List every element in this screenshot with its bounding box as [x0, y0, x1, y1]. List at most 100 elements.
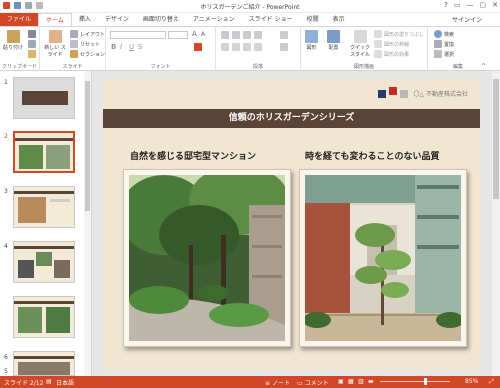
- notes-label: ノート: [271, 380, 290, 387]
- right-photo-frame[interactable]: [299, 169, 467, 347]
- tab-design[interactable]: デザイン: [98, 13, 136, 26]
- editing-group-label: 編集: [452, 64, 463, 70]
- comments-button[interactable]: ▭ コメント: [297, 378, 329, 387]
- replace-button[interactable]: 置換: [434, 40, 454, 48]
- font-name-combo[interactable]: [110, 31, 166, 39]
- minimize-button[interactable]: —: [467, 1, 474, 9]
- font-size-combo[interactable]: [168, 31, 188, 39]
- zoom-level[interactable]: 85%: [465, 378, 478, 385]
- shapes-button[interactable]: 図形: [305, 30, 318, 51]
- grow-font-icon[interactable]: A: [192, 30, 197, 38]
- section-button[interactable]: セクション: [70, 50, 105, 58]
- slide[interactable]: 〇△ 不動産株式会社 信頼のホリスガーデンシリーズ 自然を感じる邸宅型マンション…: [103, 79, 480, 370]
- language-label[interactable]: 日本語: [56, 378, 74, 387]
- slide-thumbnail-4[interactable]: [13, 241, 75, 283]
- justify-icon[interactable]: [254, 43, 262, 51]
- courtyard-photo-image: [305, 175, 461, 341]
- ribbon-display-button[interactable]: ▭: [454, 1, 461, 9]
- bullets-icon[interactable]: [221, 31, 229, 39]
- zoom-slider-knob[interactable]: [424, 378, 427, 385]
- strikethrough-icon[interactable]: S: [138, 43, 142, 51]
- slide-scroll-thumb[interactable]: [493, 79, 499, 199]
- slideshow-view-icon[interactable]: ▬: [368, 378, 374, 385]
- cut-icon[interactable]: [28, 30, 36, 38]
- slide-thumbnail-1[interactable]: [13, 77, 75, 119]
- spellcheck-icon[interactable]: ▤: [46, 378, 52, 385]
- shape-fill-label: 図形の塗りつぶし: [384, 31, 425, 38]
- slide-thumbnail-5[interactable]: [13, 296, 75, 338]
- thumb-number-2: 2: [4, 133, 8, 140]
- thumbnail-scroll-thumb[interactable]: [85, 81, 90, 211]
- shape-fill-button[interactable]: 図形の塗りつぶし: [374, 30, 424, 38]
- right-caption[interactable]: 時を経ても変わることのない品質: [305, 149, 439, 162]
- shrink-font-icon[interactable]: A: [201, 31, 205, 38]
- bold-icon[interactable]: B: [111, 43, 116, 51]
- format-painter-icon[interactable]: [28, 50, 36, 58]
- tab-transitions[interactable]: 画面切り替え: [136, 13, 186, 26]
- decrease-indent-icon[interactable]: [243, 31, 251, 39]
- shape-effects-button[interactable]: 図形の効果: [374, 50, 409, 58]
- numbering-icon[interactable]: [232, 31, 240, 39]
- slide-title-banner[interactable]: 信頼のホリスガーデンシリーズ: [103, 109, 480, 128]
- notes-icon: ≡: [265, 380, 271, 387]
- tab-slideshow[interactable]: スライド ショー: [242, 13, 300, 26]
- collapse-ribbon-icon[interactable]: ^: [481, 63, 486, 70]
- shape-outline-button[interactable]: 図形の枠線: [374, 40, 409, 48]
- arrange-button[interactable]: 配置: [327, 30, 340, 51]
- zoom-slider[interactable]: [380, 378, 450, 385]
- drawing-group: 図形 配置 クイック スタイル 図形の塗りつぶし 図形の枠線 図形の効果 図形描…: [301, 27, 428, 71]
- courtyard-photo: [305, 175, 461, 341]
- replace-label: 置換: [444, 41, 455, 48]
- fit-to-window-icon[interactable]: ⤢: [489, 378, 494, 386]
- clipboard-group: 貼り付け クリップボード: [0, 27, 40, 71]
- tab-animations[interactable]: アニメーション: [186, 13, 242, 26]
- layout-button[interactable]: レイアウト: [70, 30, 105, 38]
- tab-file[interactable]: ファイル: [0, 13, 39, 26]
- new-slide-icon: [48, 30, 62, 43]
- increase-indent-icon[interactable]: [254, 31, 262, 39]
- notes-button[interactable]: ≡ ノート: [265, 378, 290, 387]
- comments-label: コメント: [304, 380, 329, 387]
- new-slide-button[interactable]: 新しい スライド: [44, 30, 66, 58]
- tab-review[interactable]: 校閲: [300, 13, 326, 26]
- slide-thumbnail-6[interactable]: [13, 351, 75, 376]
- italic-icon[interactable]: I: [120, 43, 122, 51]
- title-bar: ホリスガーデンご紹介 - PowerPoint ? ▭ — ▢ ✕: [0, 0, 500, 13]
- font-color-icon[interactable]: [194, 43, 202, 51]
- reset-button[interactable]: リセット: [70, 40, 100, 48]
- left-photo-frame[interactable]: [123, 169, 291, 347]
- quick-styles-button[interactable]: クイック スタイル: [349, 30, 371, 58]
- slide-thumbnail-3[interactable]: [13, 186, 75, 228]
- maximize-button[interactable]: ▢: [480, 1, 487, 9]
- left-caption[interactable]: 自然を感じる邸宅型マンション: [130, 149, 256, 162]
- copy-icon[interactable]: [28, 40, 36, 48]
- align-center-icon[interactable]: [232, 43, 240, 51]
- logo-square-gray: [400, 89, 409, 98]
- shape-effects-icon: [374, 50, 382, 58]
- align-left-icon[interactable]: [221, 43, 229, 51]
- sorter-view-icon[interactable]: ▦: [348, 378, 354, 385]
- tab-view[interactable]: 表示: [326, 13, 352, 26]
- ribbon-tabs: ファイル ホーム 挿入 デザイン 画面切り替え アニメーション スライド ショー…: [0, 13, 500, 26]
- align-text-icon[interactable]: [280, 43, 288, 51]
- text-direction-icon[interactable]: [280, 31, 288, 39]
- help-button[interactable]: ?: [444, 1, 448, 9]
- find-button[interactable]: 検索: [434, 30, 454, 38]
- logo-text: 〇△ 不動産株式会社: [413, 91, 468, 98]
- paste-button[interactable]: 貼り付け: [3, 30, 23, 51]
- close-button[interactable]: ✕: [492, 1, 498, 9]
- slide-scrollbar[interactable]: [492, 71, 500, 376]
- section-label: セクション: [80, 51, 106, 58]
- tab-home[interactable]: ホーム: [38, 13, 72, 26]
- signin-link[interactable]: サインイン: [452, 15, 482, 24]
- arrange-label: 配置: [328, 45, 339, 51]
- garden-photo-image: [129, 175, 285, 341]
- reading-view-icon[interactable]: ▥: [358, 378, 364, 385]
- select-button[interactable]: 選択: [434, 50, 454, 58]
- tab-insert[interactable]: 挿入: [72, 13, 98, 26]
- normal-view-icon[interactable]: ▣: [338, 378, 344, 385]
- align-right-icon[interactable]: [243, 43, 251, 51]
- underline-icon[interactable]: U: [129, 43, 134, 51]
- thumbnail-scrollbar[interactable]: [84, 71, 91, 376]
- slide-thumbnail-2[interactable]: [13, 131, 75, 173]
